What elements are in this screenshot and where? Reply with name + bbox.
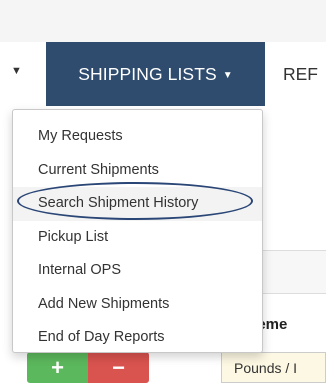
menu-item-end-of-day-reports[interactable]: End of Day Reports	[13, 321, 262, 355]
units-value: Pounds / I	[234, 359, 298, 376]
menu-item-current-shipments[interactable]: Current Shipments	[13, 154, 262, 188]
units-field[interactable]: Pounds / I	[221, 352, 326, 383]
caret-down-icon[interactable]: ▼	[11, 65, 22, 77]
shipping-lists-dropdown: My Requests Current Shipments Search Shi…	[12, 109, 263, 353]
caret-down-icon: ▼	[222, 69, 233, 81]
menu-item-internal-ops[interactable]: Internal OPS	[13, 254, 262, 288]
top-bar	[0, 0, 326, 43]
navbar: ▼ SHIPPING LISTS ▼ REF	[0, 42, 326, 106]
nav-reports-label: REF	[283, 63, 318, 84]
menu-item-pickup-list[interactable]: Pickup List	[13, 221, 262, 255]
add-button[interactable]: +	[27, 352, 88, 383]
nav-reports[interactable]: REF	[283, 42, 318, 106]
nav-shipping-lists[interactable]: SHIPPING LISTS ▼	[46, 42, 265, 106]
menu-item-search-shipment-history[interactable]: Search Shipment History	[13, 187, 262, 221]
remove-button[interactable]: −	[88, 352, 149, 383]
nav-shipping-lists-label: SHIPPING LISTS	[78, 63, 217, 84]
menu-item-my-requests[interactable]: My Requests	[13, 120, 262, 154]
menu-item-add-new-shipments[interactable]: Add New Shipments	[13, 288, 262, 322]
